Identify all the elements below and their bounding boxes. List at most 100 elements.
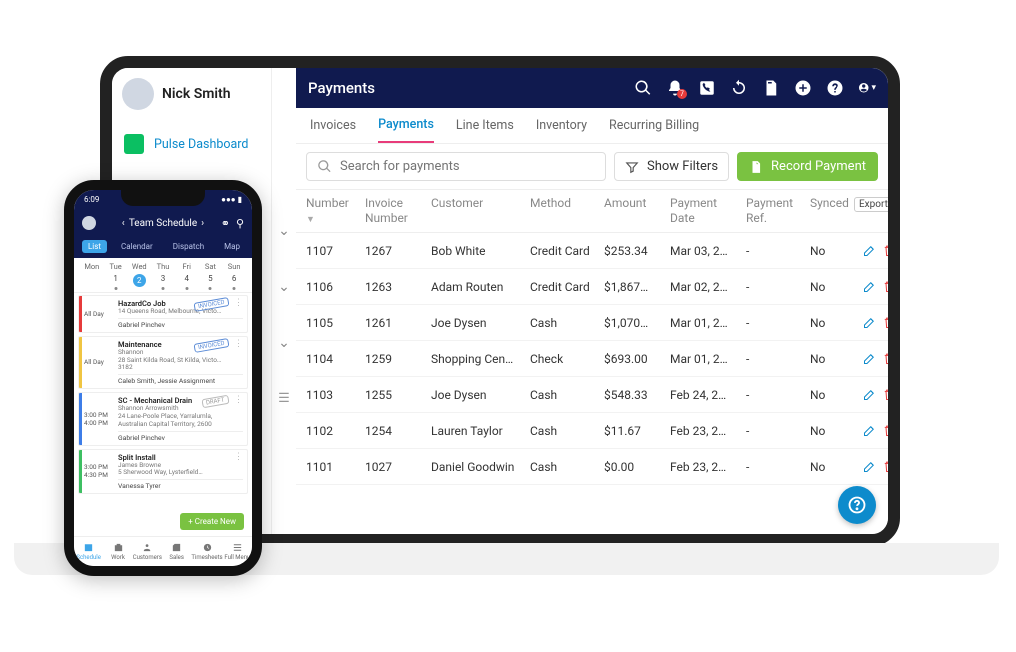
col-invoice[interactable]: Invoice Number [365, 196, 427, 226]
phone-call-icon[interactable] [698, 79, 716, 97]
delete-icon[interactable] [881, 459, 888, 474]
table-row[interactable]: 11071267Bob WhiteCredit Card$253.34Mar 0… [296, 233, 888, 269]
nav-timesheets[interactable]: Timesheets [191, 542, 222, 561]
viewtab-map[interactable]: Map [218, 240, 246, 253]
date-cell[interactable]: 3 [151, 273, 175, 288]
col-method[interactable]: Method [530, 196, 600, 226]
job-card[interactable]: All DayMaintenanceShannon28 Saint Kilda … [78, 336, 248, 389]
delete-icon[interactable] [881, 279, 888, 294]
tab-recurring-billing[interactable]: Recurring Billing [609, 109, 699, 142]
delete-icon[interactable] [881, 351, 888, 366]
edit-icon[interactable] [862, 243, 877, 258]
phone-view-tabs: List Calendar Dispatch Map [74, 238, 252, 258]
date-cell[interactable]: 4 [175, 273, 199, 288]
col-number[interactable]: Number ▼ [306, 196, 361, 226]
pulse-label: Pulse Dashboard [154, 137, 248, 152]
avatar[interactable] [82, 216, 96, 230]
chevron-left-icon[interactable]: ‹ [122, 218, 125, 229]
chevron-right-icon[interactable]: › [201, 218, 204, 229]
viewtab-dispatch[interactable]: Dispatch [167, 240, 210, 253]
viewtab-calendar[interactable]: Calendar [115, 240, 159, 253]
payments-table: Number ▼ Invoice Number Customer Method … [296, 189, 888, 534]
edit-icon[interactable] [862, 423, 877, 438]
avatar [122, 78, 154, 110]
delete-icon[interactable] [881, 315, 888, 330]
phone-bottom-nav: Schedule Work Customers Sales Timesheets… [74, 536, 252, 566]
search-input[interactable] [340, 159, 595, 174]
more-icon[interactable]: ⋮ [234, 452, 243, 462]
edit-icon[interactable] [862, 279, 877, 294]
table-row[interactable]: 11041259Shopping Cen…Check$693.00Mar 01,… [296, 341, 888, 377]
tab-invoices[interactable]: Invoices [310, 109, 356, 142]
help-fab[interactable] [838, 486, 876, 524]
edit-icon[interactable] [862, 351, 877, 366]
help-icon[interactable] [826, 79, 844, 97]
search-icon[interactable] [634, 79, 652, 97]
chevron-down-icon[interactable]: ⌄ [278, 223, 290, 239]
search-icon[interactable]: ⚲ [236, 217, 244, 230]
delete-icon[interactable] [881, 243, 888, 258]
phone-header: ‹ Team Schedule › ⚭ ⚲ [74, 208, 252, 238]
delete-icon[interactable] [881, 423, 888, 438]
col-amount[interactable]: Amount [604, 196, 666, 226]
people-icon[interactable]: ⚭ [221, 217, 230, 230]
delete-icon[interactable] [881, 387, 888, 402]
record-payment-button[interactable]: Record Payment [737, 152, 878, 181]
add-icon[interactable] [794, 79, 812, 97]
nav-work[interactable]: Work [103, 542, 132, 561]
question-icon [847, 495, 867, 515]
table-row[interactable]: 11051261Joe DysenCash$1,070…Mar 01, 2…-N… [296, 305, 888, 341]
bell-icon[interactable]: 7 [666, 79, 684, 97]
more-icon[interactable]: ⋮ [234, 395, 243, 405]
create-new-button[interactable]: + Create New [180, 513, 244, 530]
chevron-down-icon[interactable]: ⌄ [278, 279, 290, 295]
date-cell[interactable]: 1 [104, 273, 128, 288]
show-filters-button[interactable]: Show Filters [614, 152, 729, 181]
export-button[interactable]: Export [854, 197, 888, 212]
more-icon[interactable]: ⋮ [234, 339, 243, 349]
document-icon[interactable] [762, 79, 780, 97]
filter-icon [625, 160, 639, 174]
date-cell[interactable]: 5 [199, 273, 223, 288]
chevron-down-icon[interactable]: ⌄ [278, 335, 290, 351]
edit-icon[interactable] [862, 387, 877, 402]
job-card[interactable]: 3:00 PM4:00 PMSC - Mechanical DrainShann… [78, 392, 248, 445]
date-cell[interactable]: 2 [127, 273, 151, 288]
phone-date-row: 1 2 3 4 5 6 [74, 273, 252, 293]
col-synced[interactable]: Synced [810, 196, 850, 226]
col-customer[interactable]: Customer [431, 196, 526, 226]
tab-payments[interactable]: Payments [378, 108, 434, 143]
user-account-icon[interactable]: ▾ [858, 79, 876, 97]
nav-full-menu[interactable]: Full Menu [223, 542, 252, 561]
tab-inventory[interactable]: Inventory [536, 109, 587, 142]
date-cell[interactable]: 6 [222, 273, 246, 288]
viewtab-list[interactable]: List [82, 240, 107, 253]
sort-desc-icon: ▼ [306, 215, 315, 225]
table-row[interactable]: 11031255Joe DysenCash$548.33Feb 24, 2…-N… [296, 377, 888, 413]
pulse-icon [124, 134, 144, 154]
col-ref[interactable]: Payment Ref. [746, 196, 806, 226]
job-card[interactable]: All DayHazardCo Job14 Queens Road, Melbo… [78, 295, 248, 333]
table-row[interactable]: 11021254Lauren TaylorCash$11.67Feb 23, 2… [296, 413, 888, 449]
sidebar-item-pulse-dashboard[interactable]: Pulse Dashboard [112, 126, 271, 162]
sidebar-chevrons: ⌄ ⌄ ⌄ ☰ [272, 68, 296, 534]
phone-job-list: All DayHazardCo Job14 Queens Road, Melbo… [74, 293, 252, 494]
more-icon[interactable]: ⋮ [234, 298, 243, 308]
menu-icon[interactable]: ☰ [278, 391, 290, 406]
nav-schedule[interactable]: Schedule [74, 542, 103, 561]
phone-title: Team Schedule [129, 218, 197, 229]
job-card[interactable]: 3:00 PM4:30 PMSplit InstallJames Browne5… [78, 449, 248, 495]
table-row[interactable]: 11061263Adam RoutenCredit Card$1,867…Mar… [296, 269, 888, 305]
user-block[interactable]: Nick Smith [112, 68, 271, 120]
edit-icon[interactable] [862, 315, 877, 330]
tabs: Invoices Payments Line Items Inventory R… [296, 108, 888, 144]
sync-icon[interactable] [730, 79, 748, 97]
edit-icon[interactable] [862, 459, 877, 474]
nav-customers[interactable]: Customers [133, 542, 162, 561]
table-row[interactable]: 11011027Daniel GoodwinCash$0.00Feb 23, 2… [296, 449, 888, 485]
filter-bar: Show Filters Record Payment [296, 144, 888, 189]
search-box[interactable] [306, 152, 606, 181]
tab-line-items[interactable]: Line Items [456, 109, 514, 142]
nav-sales[interactable]: Sales [162, 542, 191, 561]
col-date[interactable]: Payment Date [670, 196, 742, 226]
